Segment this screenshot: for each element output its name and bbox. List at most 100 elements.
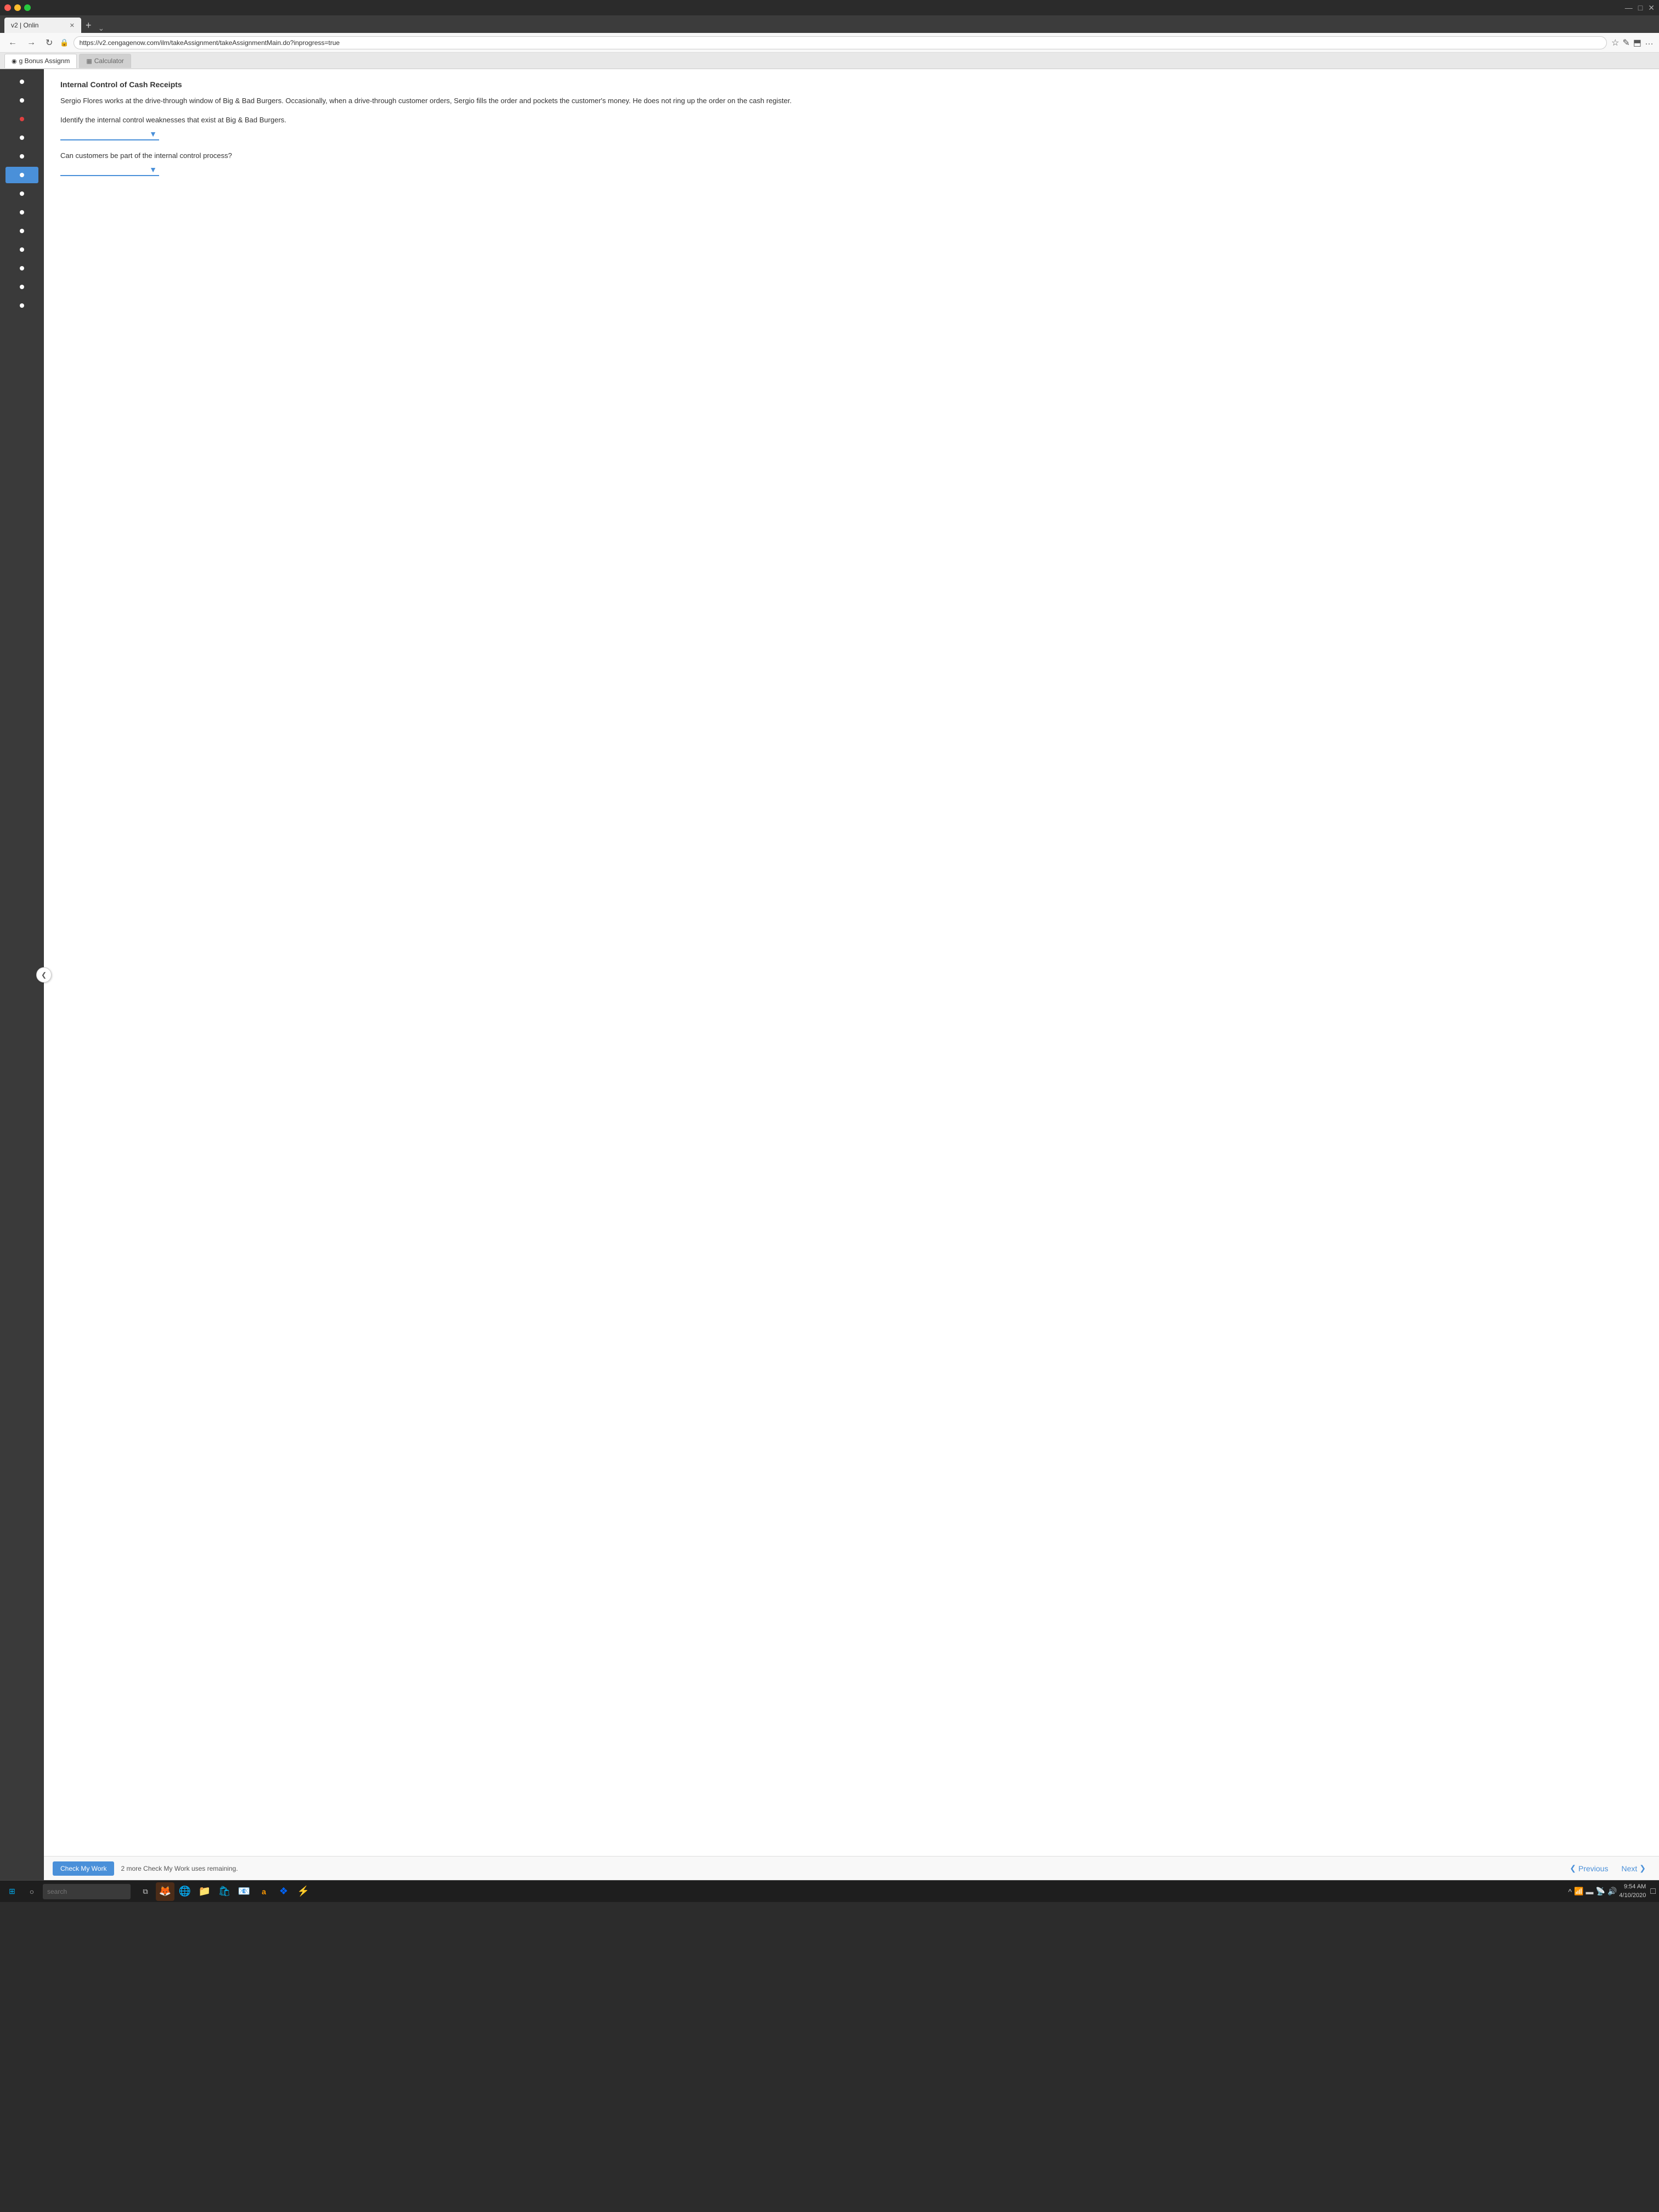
taskbar-clock[interactable]: 9:54 AM 4/10/2020: [1619, 1883, 1646, 1900]
dot-12: [20, 285, 24, 289]
sidebar-item-13[interactable]: [5, 297, 38, 314]
collapse-sidebar-btn[interactable]: ❮: [36, 967, 52, 983]
sidebar-item-3[interactable]: [5, 111, 38, 127]
app-tabbar: ◉ g Bonus Assignm ▦ Calculator: [0, 53, 1659, 69]
dot-2: [20, 98, 24, 103]
dot-8: [20, 210, 24, 215]
tab-calculator[interactable]: ▦ Calculator: [79, 54, 131, 68]
question-title: Internal Control of Cash Receipts: [60, 80, 1643, 89]
next-label: Next: [1621, 1864, 1637, 1873]
forward-btn[interactable]: →: [24, 37, 38, 49]
browser-titlebar: — □ ✕: [0, 0, 1659, 15]
restore-icon[interactable]: □: [1638, 3, 1643, 13]
calculator-tab-icon: ▦: [86, 58, 92, 65]
nav-buttons: ❮ Previous Next ❯: [1565, 1861, 1650, 1875]
minimize-window-btn[interactable]: [14, 4, 21, 11]
taskbar-tray: ^ 📶 ▬ 📡 🔊: [1568, 1887, 1617, 1896]
sidebar-item-6[interactable]: [5, 167, 38, 183]
next-btn[interactable]: Next ❯: [1617, 1861, 1650, 1875]
clock-time: 9:54 AM: [1619, 1883, 1646, 1891]
tray-monitor-icon[interactable]: ▬: [1586, 1887, 1594, 1896]
sidebar-item-11[interactable]: [5, 260, 38, 276]
dropdown-2[interactable]: ▼: [60, 164, 159, 176]
browser-addressbar: ← → ↻ 🔒 ☆ ✎ ⬒ …: [0, 33, 1659, 53]
taskbar-search-input[interactable]: [43, 1884, 131, 1899]
taskbar-apps: ⧉ 🦊 🌐 📁 🛍 📧 a ❖ ⚡: [136, 1882, 313, 1901]
content-panel: Internal Control of Cash Receipts Sergio…: [44, 69, 1659, 1856]
more-icon[interactable]: …: [1645, 37, 1654, 48]
sidebar-item-4[interactable]: [5, 129, 38, 146]
dot-1: [20, 80, 24, 84]
close-window-btn[interactable]: [4, 4, 11, 11]
taskbar: ⊞ ○ ⧉ 🦊 🌐 📁 🛍 📧 a ❖ ⚡ ^ 📶 ▬ 📡 🔊 9:54 AM …: [0, 1880, 1659, 1902]
dot-6: [20, 173, 24, 177]
address-icons: ☆ ✎ ⬒ …: [1611, 37, 1654, 48]
green-app-icon[interactable]: ⚡: [294, 1882, 313, 1901]
dot-13: [20, 303, 24, 308]
firefox-icon[interactable]: 🦊: [156, 1882, 174, 1901]
main-area: ❮ ? Internal Control of Cash Receipts Se…: [0, 69, 1659, 1880]
tray-caret-icon[interactable]: ^: [1568, 1887, 1572, 1896]
windows-start-btn[interactable]: ⊞: [3, 1883, 21, 1900]
taskview-btn[interactable]: ⧉: [136, 1882, 155, 1901]
close-icon[interactable]: ✕: [1648, 3, 1655, 13]
bookmark-icon[interactable]: ☆: [1611, 37, 1619, 48]
dot-4: [20, 136, 24, 140]
address-bar[interactable]: [74, 36, 1607, 49]
tab-bonus-label: g Bonus Assignm: [19, 57, 70, 65]
dropbox-icon[interactable]: ❖: [274, 1882, 293, 1901]
new-tab-btn[interactable]: +: [81, 18, 96, 33]
content-wrapper: ? Internal Control of Cash Receipts Serg…: [44, 69, 1659, 1880]
previous-btn[interactable]: ❮ Previous: [1565, 1861, 1612, 1875]
lock-icon: 🔒: [60, 38, 69, 47]
minimize-icon[interactable]: —: [1625, 3, 1633, 13]
sidebar-item-1[interactable]: [5, 74, 38, 90]
profile-icon[interactable]: ✎: [1622, 37, 1629, 48]
edge-icon[interactable]: 🌐: [176, 1882, 194, 1901]
tab-bonus-assignment[interactable]: ◉ g Bonus Assignm: [4, 54, 77, 68]
notification-icon[interactable]: □: [1650, 1887, 1656, 1897]
window-controls-right: — □ ✕: [1625, 3, 1655, 13]
tab-list-icon[interactable]: ⌄: [96, 24, 107, 33]
previous-label: Previous: [1578, 1864, 1608, 1873]
sidebar-item-2[interactable]: [5, 92, 38, 109]
tab-calculator-label: Calculator: [94, 57, 124, 65]
dot-11: [20, 266, 24, 270]
taskbar-search-btn[interactable]: ○: [23, 1883, 41, 1900]
dot-10: [20, 247, 24, 252]
tab-close-icon[interactable]: ✕: [70, 22, 75, 29]
tray-network-icon[interactable]: 📶: [1574, 1887, 1583, 1896]
question-prompt-1: Identify the internal control weaknesses…: [60, 116, 1643, 124]
bottom-bar: Check My Work 2 more Check My Work uses …: [44, 1856, 1659, 1880]
sidebar-item-9[interactable]: [5, 223, 38, 239]
mail-icon[interactable]: 📧: [235, 1882, 253, 1901]
chevron-left-icon: ❮: [41, 971, 47, 979]
tab-icon: ◉: [12, 58, 17, 65]
sidebar: ❮: [0, 69, 44, 1880]
dropdown-1[interactable]: ▼: [60, 128, 159, 140]
refresh-btn[interactable]: ↻: [43, 36, 55, 49]
question-prompt-2: Can customers be part of the internal co…: [60, 151, 1643, 160]
back-btn[interactable]: ←: [5, 37, 20, 49]
dot-3: [20, 117, 24, 121]
browser-tabbar: v2 | Onlin ✕ + ⌄: [0, 15, 1659, 33]
sidebar-item-8[interactable]: [5, 204, 38, 221]
maximize-window-btn[interactable]: [24, 4, 31, 11]
sidebar-item-10[interactable]: [5, 241, 38, 258]
tab-label: v2 | Onlin: [11, 21, 38, 29]
store-icon[interactable]: 🛍: [215, 1882, 234, 1901]
browser-tab-active[interactable]: v2 | Onlin ✕: [4, 18, 81, 33]
question-body: Sergio Flores works at the drive-through…: [60, 95, 1643, 107]
dropdown-2-arrow: ▼: [149, 165, 157, 174]
amazon-icon[interactable]: a: [255, 1882, 273, 1901]
folder-icon[interactable]: 📁: [195, 1882, 214, 1901]
tray-volume-icon[interactable]: 🔊: [1607, 1887, 1617, 1896]
dot-7: [20, 191, 24, 196]
sidebar-item-12[interactable]: [5, 279, 38, 295]
tray-wifi-icon[interactable]: 📡: [1596, 1887, 1605, 1896]
share-icon[interactable]: ⬒: [1633, 37, 1641, 48]
clock-date: 4/10/2020: [1619, 1892, 1646, 1900]
check-my-work-btn[interactable]: Check My Work: [53, 1861, 114, 1876]
sidebar-item-7[interactable]: [5, 185, 38, 202]
sidebar-item-5[interactable]: [5, 148, 38, 165]
